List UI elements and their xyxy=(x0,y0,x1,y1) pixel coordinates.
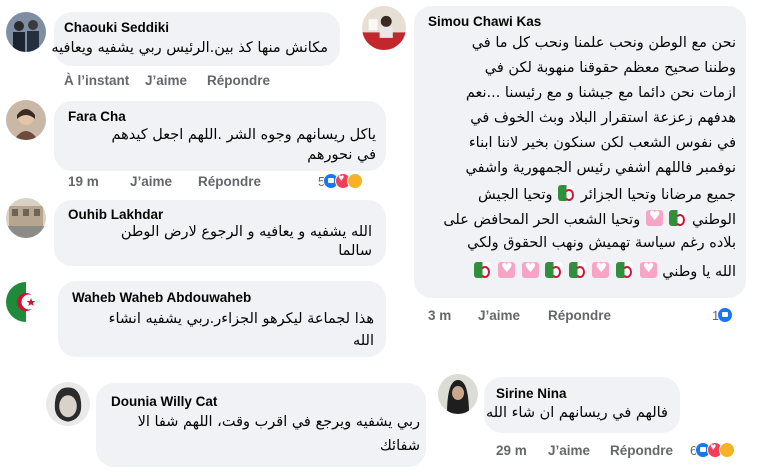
avatar-ouhib[interactable] xyxy=(6,198,46,238)
comment-text-segment: الله يا وطني xyxy=(662,264,736,280)
avatar-chaouki[interactable] xyxy=(6,12,46,52)
comment-text-line: نوفمبر فاللهم اشفي رئيس الجمهورية واشفي xyxy=(465,160,736,176)
pink-heart-emoji xyxy=(645,209,663,226)
pink-heart-emoji xyxy=(592,261,610,278)
comment-text: فالهم في ريسانهم ان شاء الله xyxy=(485,405,668,421)
comment-text-segment: وتحيا الشعب الحر المحافض على xyxy=(443,212,641,228)
comment-author[interactable]: Dounia Willy Cat xyxy=(111,394,217,409)
like-button[interactable]: J’aime xyxy=(478,308,520,323)
algeria-flag-emoji xyxy=(474,262,492,278)
like-button[interactable]: J’aime xyxy=(130,174,172,189)
comment-text-line: هذا لجماعة ليكرهو الجزاءر.ربي يشفيه انشا… xyxy=(108,311,374,327)
reaction-summary[interactable]: 5 xyxy=(318,173,364,189)
avatar-image xyxy=(6,282,46,322)
comment-text-line: ازمات نحن دائما مع جيشنا و مع رئيسنا ...… xyxy=(465,85,736,101)
pink-heart-emoji xyxy=(521,261,539,278)
comment-author[interactable]: Simou Chawi Kas xyxy=(428,14,541,29)
comment-author[interactable]: Chaouki Seddiki xyxy=(64,20,169,35)
avatar-image xyxy=(6,100,46,140)
avatar-simou[interactable] xyxy=(362,6,406,50)
comment-author[interactable]: Fara Cha xyxy=(68,109,126,124)
comment-text-line: الله يشفيه و يعافيه و الرجوع لارض الوطن xyxy=(120,224,372,240)
avatar-image xyxy=(362,6,406,50)
pink-heart-emoji xyxy=(498,261,516,278)
avatar-image xyxy=(438,374,478,414)
avatar-dounia[interactable] xyxy=(46,382,90,426)
reply-button[interactable]: Répondre xyxy=(610,443,673,458)
comment-text-line: سالما xyxy=(338,243,372,259)
reply-button[interactable]: Répondre xyxy=(548,308,611,323)
comment-timestamp[interactable]: 3 m xyxy=(428,308,451,323)
algeria-flag-emoji xyxy=(616,262,634,278)
comment-text-line: الله يا وطني xyxy=(473,261,736,280)
comment-text-line: في نفوس الشعب لكن سنكون بخير لاننا ابناء xyxy=(468,135,736,151)
reply-button[interactable]: Répondre xyxy=(207,73,270,88)
reaction-summary[interactable]: 1 xyxy=(712,307,734,323)
algeria-flag-emoji xyxy=(545,262,563,278)
avatar-fara[interactable] xyxy=(6,100,46,140)
comment-timestamp[interactable]: 29 m xyxy=(496,443,527,458)
comment-text-segment: وتحيا الجيش xyxy=(478,187,553,203)
reaction-summary[interactable]: 6 xyxy=(690,442,736,458)
care-reaction-icon xyxy=(719,442,736,458)
algeria-flag-emoji xyxy=(558,185,576,201)
like-button[interactable]: J’aime xyxy=(145,73,187,88)
avatar-image xyxy=(6,12,46,52)
care-reaction-icon xyxy=(347,173,364,189)
algeria-flag-emoji xyxy=(669,210,687,226)
comment-timestamp[interactable]: À l’instant xyxy=(64,73,129,88)
comment-text-line: الله xyxy=(352,333,374,349)
comment-text-line: وطننا صحيح معظم حقوقنا منهوبة لكن في xyxy=(484,60,736,76)
comment-text-segment: الوطني xyxy=(692,212,736,228)
comment-text-line: بلاده رغم سياسة تهميش ونهب الحقوق ولكي xyxy=(467,235,736,251)
comment-author[interactable]: Waheb Waheb Abdouwaheb xyxy=(72,290,251,305)
comment-text-line: جميع مرضانا وتحيا الجزائر وتحيا الجيش xyxy=(478,185,736,203)
comment-author[interactable]: Sirine Nina xyxy=(496,386,567,401)
avatar-sirine[interactable] xyxy=(438,374,478,414)
comment-timestamp[interactable]: 19 m xyxy=(68,174,99,189)
comment-text-line: هدفهم زعزعة استقرار البلاد وبث الخوف في xyxy=(470,110,736,126)
pink-heart-emoji xyxy=(639,261,657,278)
comment-text-segment: جميع مرضانا وتحيا الجزائر xyxy=(580,187,736,203)
like-button[interactable]: J’aime xyxy=(548,443,590,458)
comment-text-line: ياكل ريسانهم وجوه الشر .اللهم اجعل كيدهم xyxy=(111,127,376,143)
reply-button[interactable]: Répondre xyxy=(198,174,261,189)
like-reaction-icon xyxy=(717,307,734,323)
comment-author[interactable]: Ouhib Lakhdar xyxy=(68,207,163,222)
comment-text-line: الوطني وتحيا الشعب الحر المحافض على xyxy=(443,209,736,228)
avatar-waheb[interactable] xyxy=(6,282,46,322)
comment-text-line: نحن مع الوطن ونحب علمنا ونحب كل ما في xyxy=(471,35,736,51)
comment-text-line: ربي يشفيه ويرجع في اقرب وقت، اللهم شفا ا… xyxy=(137,414,420,430)
avatar-image xyxy=(6,198,46,238)
comment-text-line: شفائك xyxy=(379,438,420,454)
algeria-flag-emoji xyxy=(568,262,586,278)
comment-text: مكانش منها كذ بين.الرئيس ربي يشفيه ويعاف… xyxy=(51,40,328,56)
comment-text-line: في نحورهم xyxy=(307,147,376,163)
avatar-image xyxy=(46,382,90,426)
